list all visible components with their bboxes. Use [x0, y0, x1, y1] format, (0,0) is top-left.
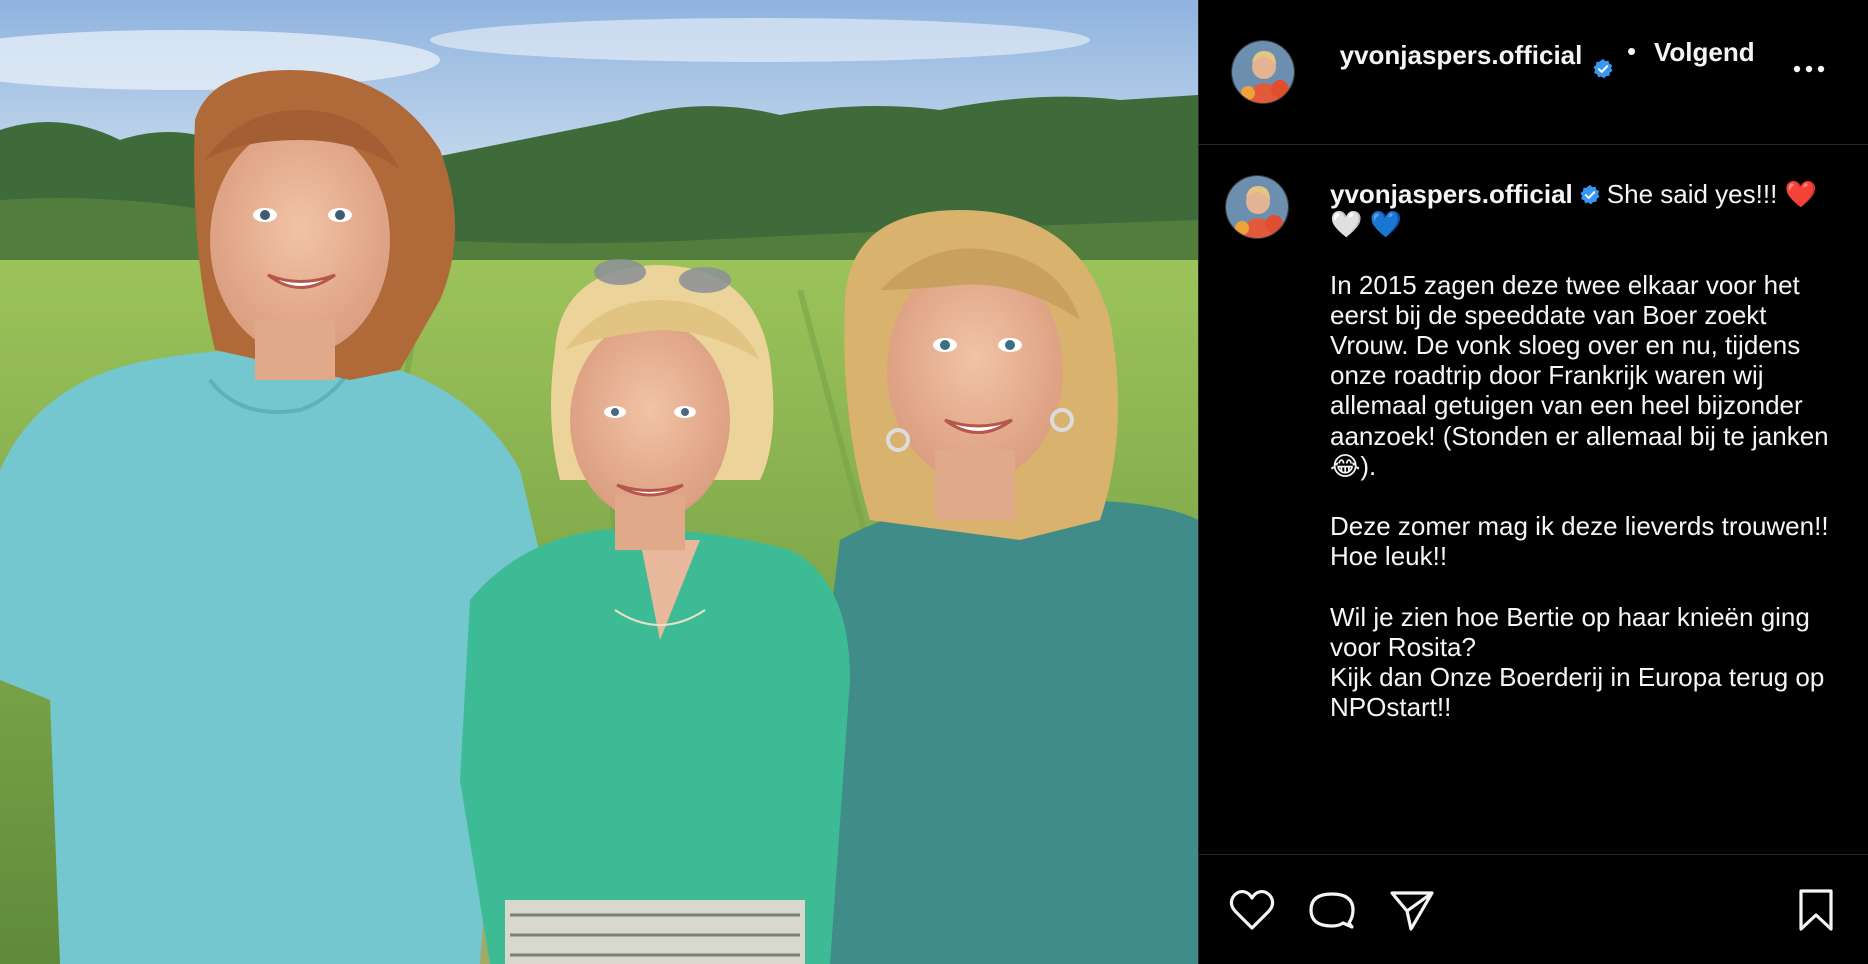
- verified-badge-icon: [1593, 58, 1613, 79]
- bookmark-icon: [1799, 889, 1833, 931]
- verified-badge-icon: [1580, 184, 1600, 205]
- comment-button[interactable]: [1307, 885, 1357, 935]
- save-button[interactable]: [1791, 885, 1841, 935]
- author-avatar[interactable]: [1231, 40, 1295, 104]
- post-photo-illustration: [0, 0, 1198, 964]
- header-separator: •: [1627, 36, 1637, 66]
- caption-author-avatar[interactable]: [1225, 175, 1289, 239]
- post-action-bar: [1199, 854, 1868, 964]
- caption-username[interactable]: yvonjaspers.official: [1330, 179, 1573, 209]
- caption-section: yvonjaspers.official She said yes!!! ❤️ 🤍…: [1199, 145, 1868, 854]
- post-side-panel: yvonjaspers.official • Volgend yvonjaspe…: [1198, 0, 1868, 964]
- following-button[interactable]: Volgend: [1654, 37, 1755, 68]
- instagram-post-modal: yvonjaspers.official • Volgend yvonjaspe…: [0, 0, 1868, 964]
- post-caption: yvonjaspers.official She said yes!!! ❤️ 🤍…: [1330, 179, 1830, 723]
- like-button[interactable]: [1227, 885, 1277, 935]
- post-photo[interactable]: [0, 0, 1198, 964]
- paper-plane-icon: [1390, 891, 1434, 931]
- author-username[interactable]: yvonjaspers.official: [1330, 38, 1592, 72]
- caption-text: She said yes!!! ❤️ 🤍 💙 In 2015 zagen dez…: [1330, 179, 1829, 723]
- post-header: yvonjaspers.official • Volgend: [1199, 0, 1868, 145]
- heart-icon: [1229, 889, 1275, 930]
- more-options-icon[interactable]: [1789, 56, 1829, 82]
- share-button[interactable]: [1387, 885, 1437, 935]
- comment-icon: [1309, 892, 1355, 929]
